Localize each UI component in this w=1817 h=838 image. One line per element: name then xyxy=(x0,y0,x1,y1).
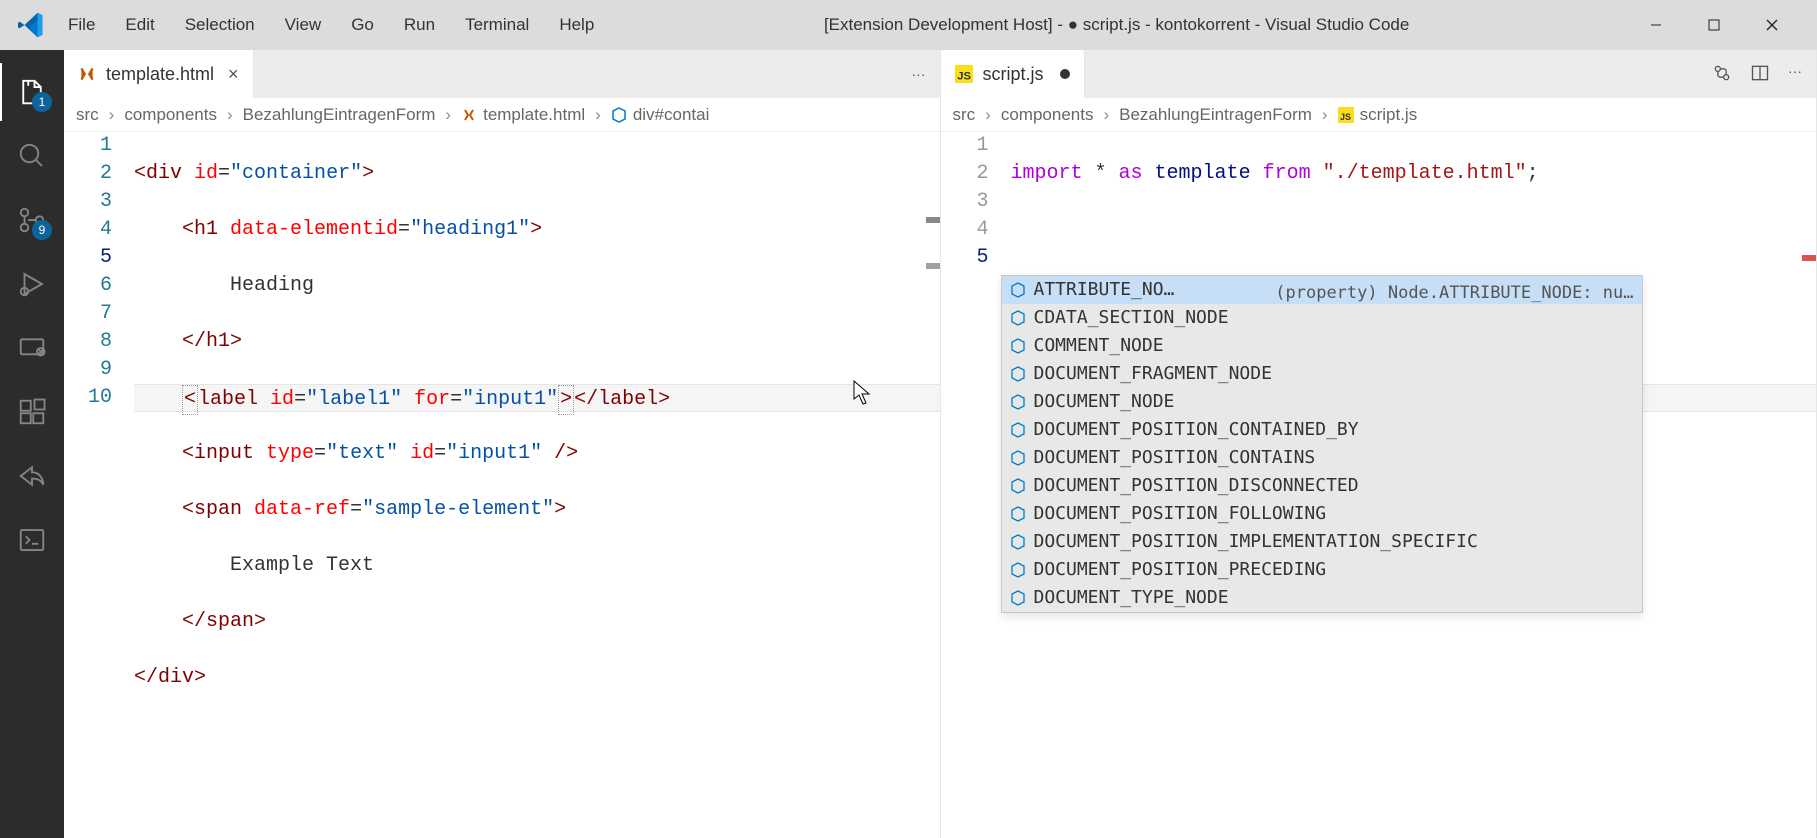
tab-script-js[interactable]: JS script.js xyxy=(941,50,1085,98)
activity-scm[interactable]: 9 xyxy=(0,188,64,252)
activity-extensions[interactable] xyxy=(0,380,64,444)
tab-bar-left: template.html × ··· xyxy=(64,50,940,98)
suggest-item[interactable]: DOCUMENT_POSITION_FOLLOWING xyxy=(1002,500,1642,528)
menu-bar: File Edit Selection View Go Run Terminal… xyxy=(56,9,606,41)
crumb-file: template.html xyxy=(461,105,585,125)
property-icon xyxy=(1010,534,1026,550)
crumb-src: src xyxy=(76,105,99,125)
editor-pane-right: JS script.js ··· src› components› Bezahl… xyxy=(941,50,1817,838)
window-controls xyxy=(1627,5,1801,45)
suggest-item[interactable]: DOCUMENT_TYPE_NODE xyxy=(1002,584,1642,612)
menu-go[interactable]: Go xyxy=(339,9,386,41)
activity-debug[interactable] xyxy=(0,252,64,316)
property-icon xyxy=(1010,422,1026,438)
suggest-item[interactable]: DOCUMENT_POSITION_CONTAINED_BY xyxy=(1002,416,1642,444)
suggest-item[interactable]: DOCUMENT_NODE xyxy=(1002,388,1642,416)
property-icon xyxy=(1010,450,1026,466)
suggest-item[interactable]: COMMENT_NODE xyxy=(1002,332,1642,360)
menu-run[interactable]: Run xyxy=(392,9,447,41)
activity-terminal-panel[interactable] xyxy=(0,508,64,572)
overview-ruler-left[interactable] xyxy=(926,132,940,838)
suggest-item[interactable]: DOCUMENT_POSITION_IMPLEMENTATION_SPECIFI… xyxy=(1002,528,1642,556)
code-editor-right[interactable]: 1 2 3 4 5 import * as template from "./t… xyxy=(941,132,1817,838)
code-lines-left: <div id="container"> <h1 data-elementid=… xyxy=(134,132,940,838)
suggest-item[interactable]: ATTRIBUTE_NO… (property) Node.ATTRIBUTE_… xyxy=(1002,276,1642,304)
explorer-badge: 1 xyxy=(32,92,52,112)
activity-bar: 1 9 xyxy=(0,50,64,838)
window-title: [Extension Development Host] - ● script.… xyxy=(606,15,1627,35)
tab-label: template.html xyxy=(106,64,214,85)
suggest-detail: (property) Node.ATTRIBUTE_NODE: nu… xyxy=(1275,279,1633,307)
menu-edit[interactable]: Edit xyxy=(113,9,166,41)
property-icon xyxy=(1010,310,1026,326)
minimize-button[interactable] xyxy=(1627,5,1685,45)
suggest-item[interactable]: DOCUMENT_FRAGMENT_NODE xyxy=(1002,360,1642,388)
html-file-icon xyxy=(461,107,477,123)
suggest-item[interactable]: DOCUMENT_POSITION_PRECEDING xyxy=(1002,556,1642,584)
crumb-symbol: div#contai xyxy=(611,105,710,125)
editor-overflow-icon[interactable]: ··· xyxy=(912,66,926,82)
menu-file[interactable]: File xyxy=(56,9,107,41)
property-icon xyxy=(1010,562,1026,578)
editor-pane-left: template.html × ··· src› components› Bez… xyxy=(64,50,941,838)
activity-live-share[interactable] xyxy=(0,444,64,508)
property-icon xyxy=(1010,506,1026,522)
title-bar: File Edit Selection View Go Run Terminal… xyxy=(0,0,1817,50)
tab-bar-right: JS script.js ··· xyxy=(941,50,1817,98)
suggest-item[interactable]: DOCUMENT_POSITION_DISCONNECTED xyxy=(1002,472,1642,500)
breadcrumb-left[interactable]: src› components› BezahlungEintragenForm›… xyxy=(64,98,940,132)
suggest-item[interactable]: DOCUMENT_POSITION_CONTAINS xyxy=(1002,444,1642,472)
symbol-icon xyxy=(611,107,627,123)
gutter-left: 1 2 3 4 5 6 7 8 9 10 xyxy=(64,132,134,838)
code-editor-left[interactable]: 1 2 3 4 5 6 7 8 9 10 <div id="container"… xyxy=(64,132,940,838)
activity-remote[interactable] xyxy=(0,316,64,380)
menu-view[interactable]: View xyxy=(273,9,334,41)
svg-text:JS: JS xyxy=(957,71,971,83)
editor-overflow-icon[interactable]: ··· xyxy=(1788,63,1802,86)
tab-label: script.js xyxy=(983,64,1044,85)
dirty-indicator-icon xyxy=(1060,69,1070,79)
property-icon xyxy=(1010,282,1026,298)
overview-ruler-right[interactable] xyxy=(1802,132,1816,838)
vscode-logo-icon xyxy=(18,12,44,38)
property-icon xyxy=(1010,590,1026,606)
scm-badge: 9 xyxy=(32,220,52,240)
compare-changes-icon[interactable] xyxy=(1712,63,1732,86)
suggest-widget[interactable]: ATTRIBUTE_NO… (property) Node.ATTRIBUTE_… xyxy=(1001,275,1643,613)
crumb-components: components xyxy=(124,105,217,125)
tab-template-html[interactable]: template.html × xyxy=(64,50,254,98)
activity-search[interactable] xyxy=(0,124,64,188)
js-file-icon: JS xyxy=(955,65,973,83)
close-icon[interactable]: × xyxy=(228,64,239,85)
crumb-components: components xyxy=(1001,105,1094,125)
property-icon xyxy=(1010,478,1026,494)
crumb-file: JSscript.js xyxy=(1338,105,1418,125)
menu-help[interactable]: Help xyxy=(547,9,606,41)
breadcrumb-right[interactable]: src› components› BezahlungEintragenForm›… xyxy=(941,98,1817,132)
maximize-button[interactable] xyxy=(1685,5,1743,45)
html-file-icon xyxy=(78,65,96,83)
editor-area: template.html × ··· src› components› Bez… xyxy=(64,50,1817,838)
activity-explorer[interactable]: 1 xyxy=(0,60,64,124)
property-icon xyxy=(1010,366,1026,382)
js-file-icon: JS xyxy=(1338,107,1354,123)
crumb-form: BezahlungEintragenForm xyxy=(243,105,436,125)
crumb-src: src xyxy=(953,105,976,125)
property-icon xyxy=(1010,338,1026,354)
close-button[interactable] xyxy=(1743,5,1801,45)
property-icon xyxy=(1010,394,1026,410)
menu-selection[interactable]: Selection xyxy=(173,9,267,41)
suggest-item[interactable]: CDATA_SECTION_NODE xyxy=(1002,304,1642,332)
crumb-form: BezahlungEintragenForm xyxy=(1119,105,1312,125)
split-editor-icon[interactable] xyxy=(1750,63,1770,86)
menu-terminal[interactable]: Terminal xyxy=(453,9,541,41)
svg-text:JS: JS xyxy=(1340,112,1351,122)
